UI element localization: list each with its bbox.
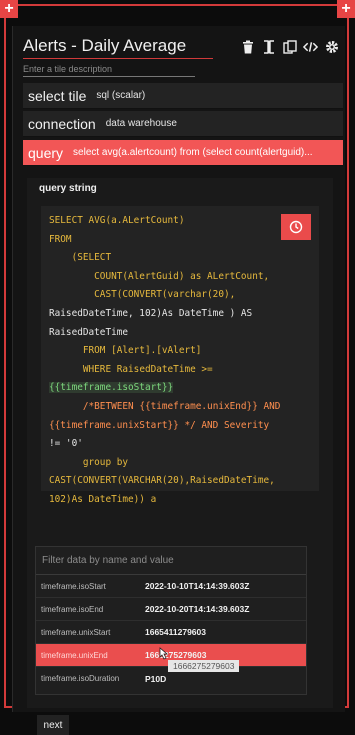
code-line: COUNT(AlertGuid) as ALertCount,	[49, 270, 270, 282]
query-label: query	[28, 144, 64, 161]
code-line: group by	[49, 456, 129, 468]
code-icon[interactable]	[303, 39, 318, 54]
variable-value: 1666275279603	[145, 650, 207, 660]
columns-icon[interactable]	[261, 39, 276, 54]
sql-code-text[interactable]: SELECT AVG(a.ALertCount) FROM (SELECT CO…	[41, 206, 319, 516]
variables-table: Filter data by name and value timeframe.…	[35, 546, 307, 695]
next-button[interactable]: next	[37, 715, 69, 735]
tile-title[interactable]: Alerts - Daily Average	[23, 36, 186, 56]
code-line: /*BETWEEN {{timeframe.unixEnd}} AND	[49, 400, 281, 412]
tile-toolbar	[240, 39, 339, 54]
variable-value: 2022-10-20T14:14:39.603Z	[145, 604, 250, 614]
mouse-cursor-icon	[159, 647, 169, 660]
gear-icon[interactable]	[324, 39, 339, 54]
table-row[interactable]: timeframe.isoEnd 2022-10-20T14:14:39.603…	[36, 598, 306, 621]
select-tile-label: select tile	[28, 87, 87, 104]
table-row[interactable]: timeframe.unixStart 1665411279603	[36, 621, 306, 644]
query-value: select avg(a.alertcount) from (select co…	[73, 147, 313, 158]
clock-icon	[289, 220, 303, 234]
select-tile-value: sql (scalar)	[96, 90, 146, 101]
timeframe-clock-button[interactable]	[281, 214, 311, 240]
code-line: CAST(CONVERT(VARCHAR(20),RaisedDateTime,	[49, 475, 275, 487]
code-line: 102)As DateTime)) a	[49, 493, 157, 505]
connection-label: connection	[28, 115, 96, 132]
title-underline	[23, 58, 213, 59]
code-line: FROM	[49, 233, 72, 245]
table-row[interactable]: timeframe.isoStart 2022-10-10T14:14:39.6…	[36, 575, 306, 598]
code-line: RaisedDateTime	[49, 326, 129, 338]
query-string-section: query string SELECT AVG(a.ALertCount) FR…	[27, 178, 333, 708]
code-line: != '0'	[49, 438, 83, 450]
tile-editor-panel: Alerts - Daily Average Enter a tile desc…	[12, 26, 345, 735]
copy-icon[interactable]	[282, 39, 297, 54]
code-line: {{timeframe.isoStart}}	[49, 382, 174, 394]
variable-name: timeframe.unixStart	[41, 627, 111, 637]
variable-name: timeframe.isoEnd	[41, 604, 104, 614]
code-line: SELECT AVG(a.ALertCount)	[49, 215, 185, 226]
code-line: CAST(CONVERT(varchar(20),	[49, 289, 236, 301]
connection-value: data warehouse	[105, 118, 177, 129]
code-line: WHERE RaisedDateTime >=	[49, 363, 213, 375]
variable-value: 1665411279603	[145, 627, 206, 637]
tile-description-input[interactable]: Enter a tile description	[23, 64, 195, 77]
variable-value: P10D	[145, 673, 167, 684]
code-line: {{timeframe.unixStart}} */ AND Severity	[49, 419, 270, 431]
add-tile-left-button[interactable]: +	[0, 0, 18, 18]
query-string-label: query string	[39, 183, 97, 194]
select-tile-row[interactable]: select tile sql (scalar)	[23, 83, 343, 109]
variable-value: 2022-10-10T14:14:39.603Z	[145, 581, 250, 591]
variables-filter-input[interactable]: Filter data by name and value	[36, 547, 306, 575]
sql-code-editor[interactable]: SELECT AVG(a.ALertCount) FROM (SELECT CO…	[41, 206, 319, 505]
connection-row[interactable]: connection data warehouse	[23, 111, 343, 137]
variable-name: timeframe.isoDuration	[41, 674, 120, 683]
query-row[interactable]: query select avg(a.alertcount) from (sel…	[23, 140, 343, 166]
code-line: (SELECT	[49, 252, 112, 264]
add-tile-right-button[interactable]: +	[337, 0, 355, 18]
trash-icon[interactable]	[240, 39, 255, 54]
variable-name: timeframe.unixEnd	[41, 650, 108, 660]
code-line: FROM [Alert].[vAlert]	[49, 345, 202, 357]
variable-name: timeframe.isoStart	[41, 581, 106, 591]
value-tooltip: 1666275279603	[168, 660, 240, 672]
code-line: RaisedDateTime, 102)As DateTime ) AS	[49, 307, 253, 319]
